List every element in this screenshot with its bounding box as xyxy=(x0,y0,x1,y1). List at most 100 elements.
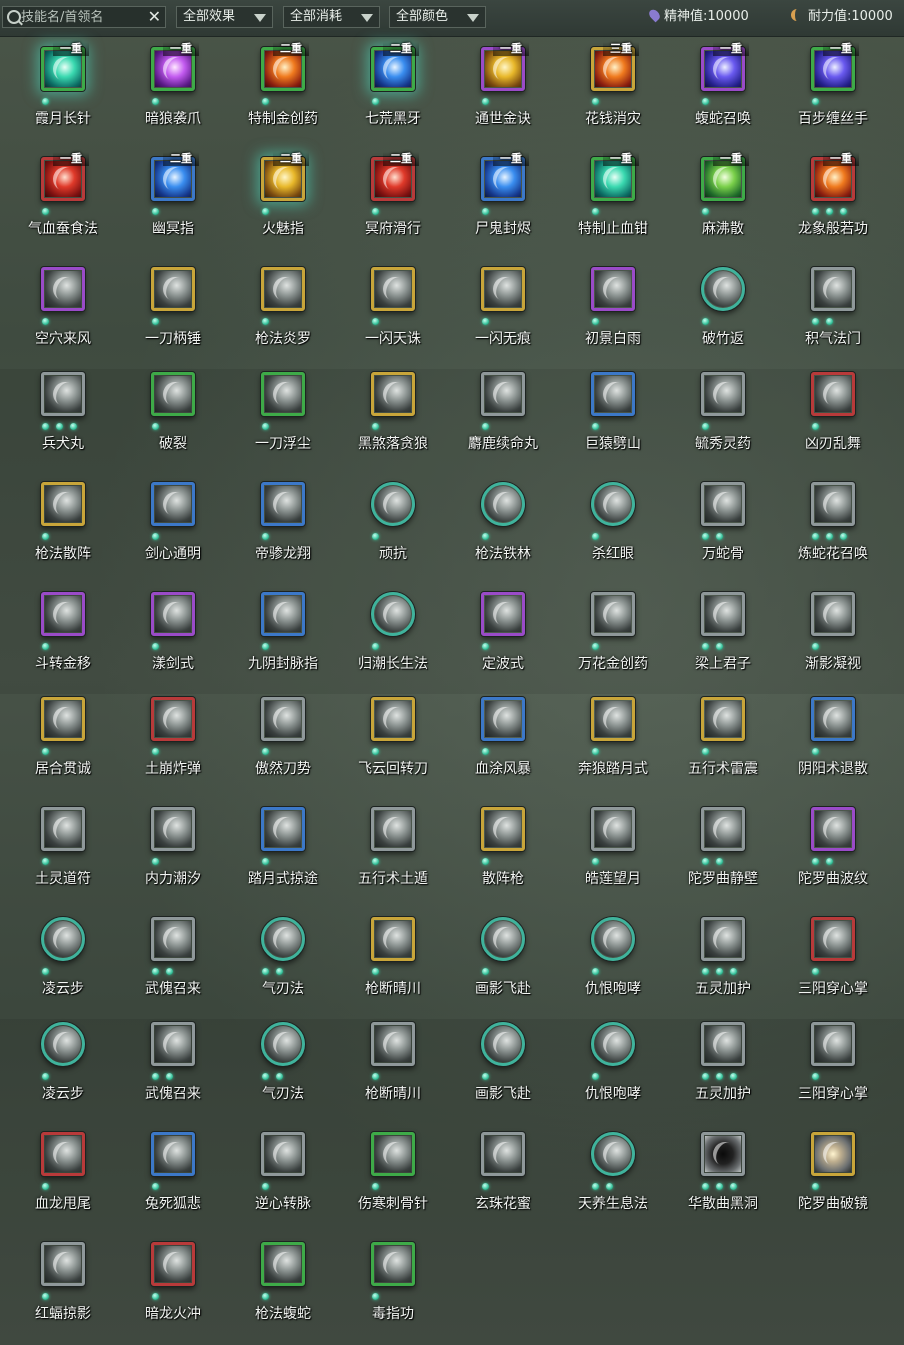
skill-slot[interactable]: 一重 霞月长针 xyxy=(8,37,118,137)
skill-icon[interactable] xyxy=(41,482,85,526)
skill-slot[interactable]: 炼蛇花召唤 xyxy=(778,472,888,572)
skill-icon[interactable] xyxy=(151,1132,195,1176)
skill-icon[interactable] xyxy=(481,592,525,636)
skill-slot[interactable]: 空穴来风 xyxy=(8,257,118,357)
skill-icon[interactable] xyxy=(591,807,635,851)
skill-icon[interactable] xyxy=(701,697,745,741)
skill-icon[interactable] xyxy=(701,807,745,851)
skill-icon[interactable] xyxy=(371,372,415,416)
skill-icon[interactable] xyxy=(261,267,305,311)
skill-icon[interactable] xyxy=(591,482,635,526)
skill-slot[interactable]: 五行术土遁 xyxy=(338,797,448,897)
skill-slot[interactable]: 凶刃乱舞 xyxy=(778,362,888,462)
skill-icon[interactable] xyxy=(371,917,415,961)
skill-slot[interactable]: 一刀柄锤 xyxy=(118,257,228,357)
skill-slot[interactable]: 华散曲黑洞 xyxy=(668,1122,778,1222)
skill-slot[interactable]: 气刃法 xyxy=(228,1012,338,1112)
skill-slot[interactable]: 阴阳术退散 xyxy=(778,687,888,787)
skill-slot[interactable]: 凌云步 xyxy=(8,1012,118,1112)
skill-slot[interactable]: 一闪无痕 xyxy=(448,257,558,357)
skill-icon[interactable] xyxy=(41,372,85,416)
skill-icon[interactable] xyxy=(591,592,635,636)
skill-slot[interactable]: 二重 七荒黑牙 xyxy=(338,37,448,137)
skill-slot[interactable]: 内力潮汐 xyxy=(118,797,228,897)
skill-icon[interactable] xyxy=(371,1132,415,1176)
skill-slot[interactable]: 血龙甩尾 xyxy=(8,1122,118,1222)
clear-search-button[interactable]: ✕ xyxy=(148,7,161,27)
skill-icon[interactable] xyxy=(481,697,525,741)
skill-slot[interactable]: 漾剑式 xyxy=(118,582,228,682)
skill-icon[interactable] xyxy=(591,1022,635,1066)
skill-icon[interactable] xyxy=(811,697,855,741)
skill-slot[interactable]: 皓莲望月 xyxy=(558,797,668,897)
skill-slot[interactable]: 陀罗曲波纹 xyxy=(778,797,888,897)
skill-icon[interactable] xyxy=(481,267,525,311)
skill-slot[interactable]: 三重 花钱消灾 xyxy=(558,37,668,137)
skill-icon[interactable] xyxy=(701,267,745,311)
skill-slot[interactable]: 二重 幽冥指 xyxy=(118,147,228,247)
skill-slot[interactable]: 黑煞落贪狼 xyxy=(338,362,448,462)
skill-slot[interactable]: 玄珠花蜜 xyxy=(448,1122,558,1222)
skill-icon[interactable] xyxy=(811,592,855,636)
skill-slot[interactable]: 初景白雨 xyxy=(558,257,668,357)
skill-slot[interactable]: 五行术雷震 xyxy=(668,687,778,787)
skill-slot[interactable]: 土灵道符 xyxy=(8,797,118,897)
skill-slot[interactable]: 踏月式掠途 xyxy=(228,797,338,897)
skill-slot[interactable]: 三阳穿心掌 xyxy=(778,907,888,1007)
skill-icon[interactable] xyxy=(371,592,415,636)
skill-icon[interactable] xyxy=(151,697,195,741)
skill-slot[interactable]: 一闪天诛 xyxy=(338,257,448,357)
skill-slot[interactable]: 一重 百步缠丝手 xyxy=(778,37,888,137)
skill-icon[interactable] xyxy=(701,1132,745,1176)
skill-slot[interactable]: 二重 冥府滑行 xyxy=(338,147,448,247)
skill-icon[interactable] xyxy=(151,482,195,526)
skill-icon[interactable] xyxy=(261,1022,305,1066)
skill-icon[interactable] xyxy=(701,482,745,526)
skill-icon[interactable] xyxy=(261,697,305,741)
skill-slot[interactable]: 斗转金移 xyxy=(8,582,118,682)
skill-icon[interactable] xyxy=(371,1242,415,1286)
skill-slot[interactable]: 五灵加护 xyxy=(668,1012,778,1112)
skill-slot[interactable]: 杀红眼 xyxy=(558,472,668,572)
skill-icon[interactable] xyxy=(261,1242,305,1286)
effect-filter-dropdown[interactable]: 全部效果 xyxy=(176,6,273,28)
skill-slot[interactable]: 积气法门 xyxy=(778,257,888,357)
skill-slot[interactable]: 毓秀灵药 xyxy=(668,362,778,462)
skill-slot[interactable]: 枪法散阵 xyxy=(8,472,118,572)
skill-icon[interactable] xyxy=(41,697,85,741)
skill-icon[interactable] xyxy=(151,372,195,416)
skill-slot[interactable]: 万蛇骨 xyxy=(668,472,778,572)
skill-icon[interactable] xyxy=(261,917,305,961)
skill-icon[interactable] xyxy=(591,372,635,416)
skill-slot[interactable]: 破裂 xyxy=(118,362,228,462)
skill-slot[interactable]: 渐影凝视 xyxy=(778,582,888,682)
skill-slot[interactable]: 毒指功 xyxy=(338,1232,448,1332)
skill-icon[interactable] xyxy=(261,372,305,416)
skill-slot[interactable]: 麝鹿续命丸 xyxy=(448,362,558,462)
skill-slot[interactable]: 帝骖龙翔 xyxy=(228,472,338,572)
skill-icon[interactable] xyxy=(41,592,85,636)
skill-slot[interactable]: 一重 通世金诀 xyxy=(448,37,558,137)
skill-icon[interactable] xyxy=(41,267,85,311)
skill-icon[interactable] xyxy=(371,1022,415,1066)
skill-slot[interactable]: 一重 气血蚕食法 xyxy=(8,147,118,247)
skill-slot[interactable]: 一重 特制止血钳 xyxy=(558,147,668,247)
skill-icon[interactable] xyxy=(261,807,305,851)
skill-icon[interactable] xyxy=(481,1022,525,1066)
skill-slot[interactable]: 画影飞赴 xyxy=(448,907,558,1007)
skill-slot[interactable]: 枪法蝮蛇 xyxy=(228,1232,338,1332)
skill-slot[interactable]: 枪法铁林 xyxy=(448,472,558,572)
skill-icon[interactable] xyxy=(41,1132,85,1176)
skill-icon[interactable] xyxy=(811,807,855,851)
skill-slot[interactable]: 逆心转脉 xyxy=(228,1122,338,1222)
skill-slot[interactable]: 血涂风暴 xyxy=(448,687,558,787)
skill-icon[interactable] xyxy=(261,1132,305,1176)
skill-icon[interactable] xyxy=(151,1242,195,1286)
skill-slot[interactable]: 剑心通明 xyxy=(118,472,228,572)
skill-slot[interactable]: 奔狼踏月式 xyxy=(558,687,668,787)
skill-icon[interactable] xyxy=(591,697,635,741)
skill-icon[interactable] xyxy=(151,592,195,636)
skill-slot[interactable]: 破竹返 xyxy=(668,257,778,357)
skill-icon[interactable] xyxy=(701,372,745,416)
skill-slot[interactable]: 陀罗曲静壁 xyxy=(668,797,778,897)
